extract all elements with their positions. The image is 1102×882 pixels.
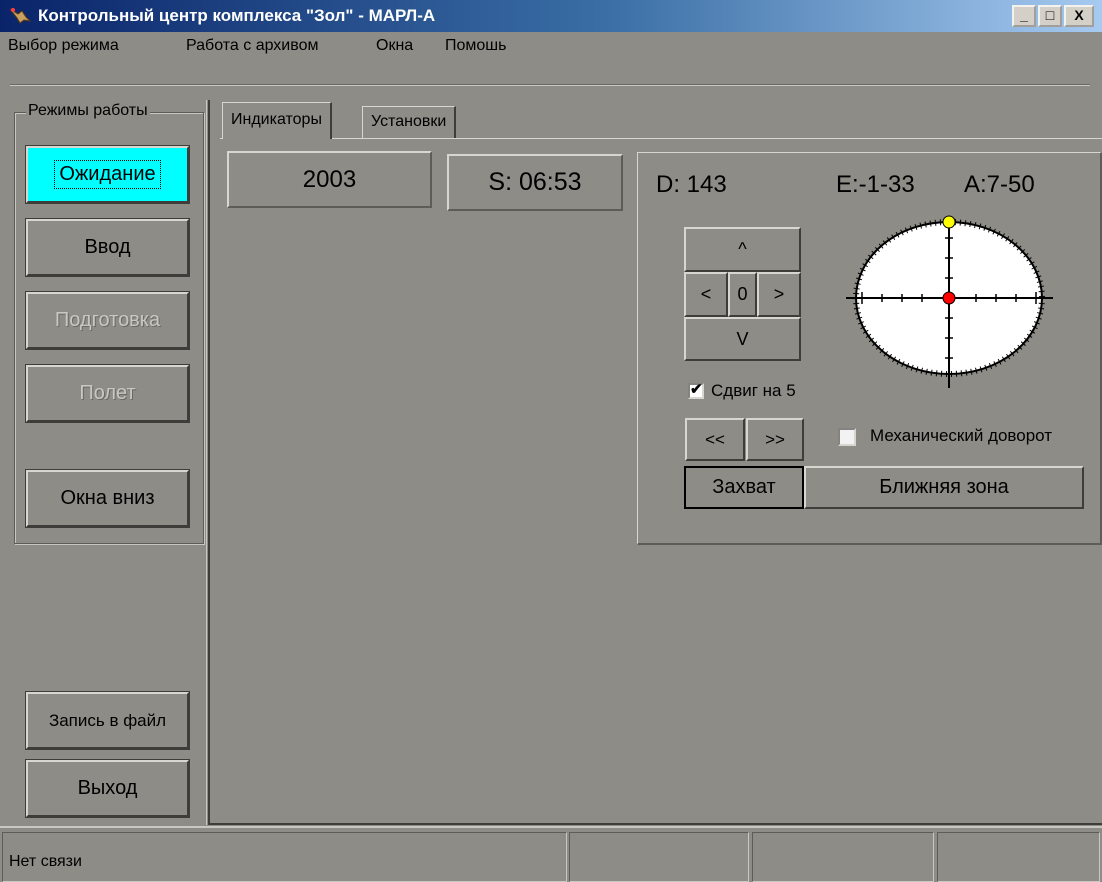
- status-panel-3: [752, 832, 934, 882]
- menu-windows[interactable]: Окна: [376, 37, 413, 55]
- status-panel-2: [569, 832, 749, 882]
- a-readout: A:7-50: [964, 171, 1035, 198]
- tab-settings[interactable]: Установки: [362, 106, 457, 138]
- center-marker: [942, 291, 956, 305]
- status-panel-4: [937, 832, 1100, 882]
- mechanical-turn-checkbox[interactable]: [838, 428, 856, 446]
- flight-mode-button[interactable]: Полет: [25, 364, 190, 423]
- menu-mode-select[interactable]: Выбор режима: [8, 37, 119, 55]
- modes-legend: Режимы работы: [26, 102, 150, 120]
- menu-archive[interactable]: Работа с архивом: [186, 37, 318, 55]
- zero-button[interactable]: 0: [728, 272, 757, 317]
- forward-button[interactable]: >>: [746, 418, 804, 461]
- s-time-indicator: S: 06:53: [447, 154, 623, 211]
- near-zone-button[interactable]: Ближняя зона: [804, 466, 1084, 509]
- radar-scope: [846, 215, 1053, 388]
- year-indicator: 2003: [227, 151, 432, 208]
- shift-checkbox[interactable]: ✔: [688, 381, 704, 399]
- e-readout: E:-1-33: [836, 171, 915, 198]
- capture-button[interactable]: Захват: [684, 466, 804, 509]
- status-connection-text: Нет связи: [9, 853, 82, 870]
- minimize-button[interactable]: _: [1012, 5, 1036, 27]
- menu-bar: Выбор режима Работа с архивом Окна Помош…: [0, 32, 1102, 60]
- down-button[interactable]: V: [684, 317, 801, 361]
- status-bar: Нет связи: [0, 826, 1102, 882]
- wait-mode-button[interactable]: Ожидание: [25, 145, 190, 204]
- prep-mode-button[interactable]: Подготовка: [25, 291, 190, 350]
- main-frame-edge: [206, 100, 210, 825]
- input-mode-button[interactable]: Ввод: [25, 218, 190, 277]
- left-button[interactable]: <: [684, 272, 728, 317]
- exit-button[interactable]: Выход: [25, 759, 190, 818]
- main-frame-bottom: [208, 822, 1102, 825]
- rewind-button[interactable]: <<: [685, 418, 745, 461]
- up-button[interactable]: ^: [684, 227, 801, 272]
- wait-mode-label: Ожидание: [54, 160, 161, 189]
- app-bird-icon: [9, 8, 32, 24]
- windows-down-button[interactable]: Окна вниз: [25, 469, 190, 528]
- close-button[interactable]: X: [1064, 5, 1094, 27]
- menu-help[interactable]: Помошь: [445, 37, 506, 55]
- target-marker: [942, 215, 956, 229]
- tab-panel-top: [220, 138, 1102, 140]
- right-button[interactable]: >: [757, 272, 801, 317]
- shift-label: Сдвиг на 5: [711, 381, 796, 400]
- window-title: Контрольный центр комплекса "Зол" - МАРЛ…: [38, 6, 436, 25]
- maximize-button[interactable]: □: [1038, 5, 1062, 27]
- tab-indicators[interactable]: Индикаторы: [222, 102, 332, 139]
- checkmark-icon: ✔: [690, 381, 703, 398]
- write-file-button[interactable]: Запись в файл: [25, 691, 190, 750]
- mechanical-turn-label: Механический доворот: [870, 426, 1053, 445]
- status-connection: Нет связи: [2, 832, 567, 882]
- title-bar: Контрольный центр комплекса "Зол" - МАРЛ…: [0, 0, 1102, 32]
- d-readout: D: 143: [656, 171, 727, 198]
- menu-separator: [10, 84, 1090, 86]
